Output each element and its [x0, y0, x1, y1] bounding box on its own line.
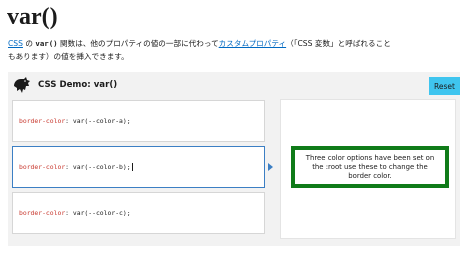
reset-button[interactable]: Reset: [429, 77, 460, 95]
code-property: border-color: [19, 117, 66, 125]
text-cursor: [131, 163, 133, 171]
code-value: var(--color-c);: [72, 209, 131, 217]
mdn-dino-logo-icon: [14, 77, 30, 93]
choice-option-b[interactable]: border-color: var(--color-b);: [12, 146, 265, 188]
demo-title: CSS Demo: var(): [38, 80, 118, 90]
intro-paragraph: CSS の var() 関数は、他のプロパティの値の一部に代わってカスタムプロパ…: [8, 37, 398, 63]
code-separator: :: [65, 117, 73, 125]
triangle-right-icon: [268, 163, 273, 171]
example-element: Three color options have been set on the…: [291, 146, 449, 188]
interactive-example: CSS Demo: var() Reset border-color: var(…: [8, 72, 460, 246]
link-custom-properties[interactable]: カスタムプロパティ: [219, 39, 286, 48]
intro-code-var: var(): [35, 39, 58, 48]
choice-code[interactable]: border-color: var(--color-c);: [19, 209, 131, 217]
choice-option-c[interactable]: border-color: var(--color-c);: [12, 192, 265, 234]
output-panel: Three color options have been set on the…: [280, 99, 456, 239]
code-separator: :: [65, 209, 73, 217]
code-property: border-color: [19, 209, 66, 217]
page-title: var(): [7, 4, 58, 30]
code-value: var(--color-a);: [72, 117, 131, 125]
code-value: var(--color-b);: [72, 163, 131, 171]
intro-text-1: の: [22, 39, 36, 48]
choice-code[interactable]: border-color: var(--color-b);: [19, 163, 133, 171]
code-property: border-color: [19, 163, 66, 171]
choice-code[interactable]: border-color: var(--color-a);: [19, 117, 131, 125]
choice-option-a[interactable]: border-color: var(--color-a);: [12, 100, 265, 142]
intro-text-2: 関数は、他のプロパティの値の一部に代わって: [57, 39, 219, 48]
link-css[interactable]: CSS: [8, 39, 23, 48]
demo-header: CSS Demo: var() Reset: [8, 72, 460, 98]
code-separator: :: [65, 163, 73, 171]
